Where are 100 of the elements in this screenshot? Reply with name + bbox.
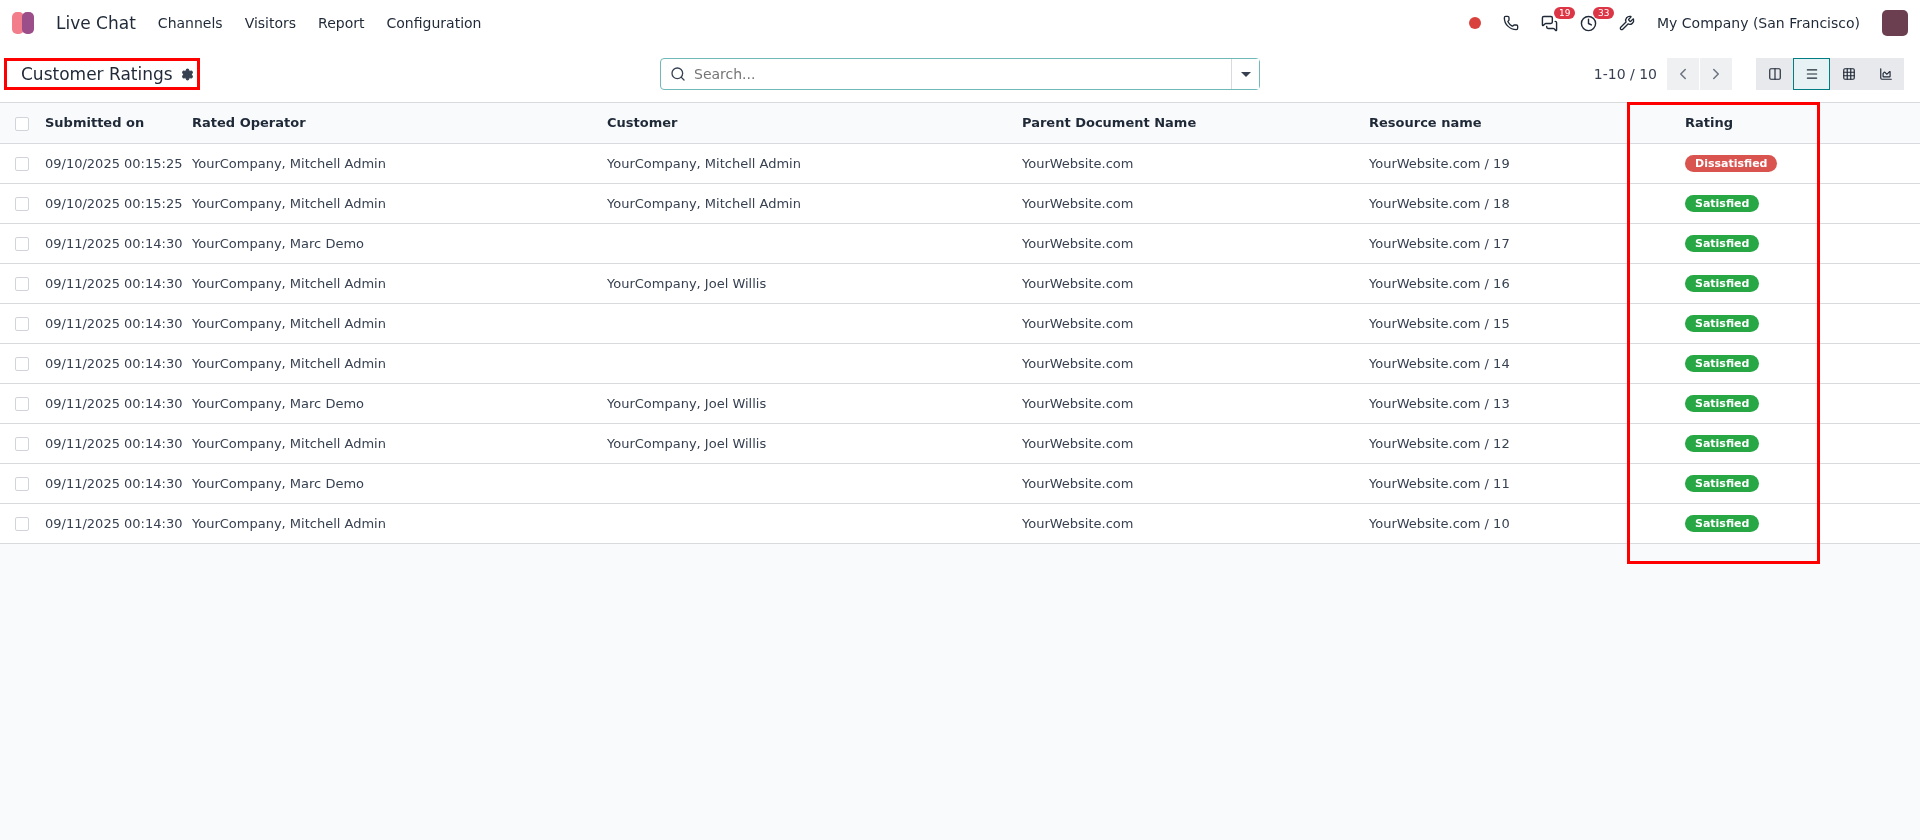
table-cell: YourCompany, Mitchell Admin <box>192 515 386 531</box>
row-checkbox[interactable] <box>15 276 29 291</box>
pager-value[interactable]: 1-10 / 10 <box>1593 66 1657 82</box>
status-dot <box>1469 17 1482 29</box>
company-name[interactable]: My Company (San Francisco) <box>1657 15 1860 31</box>
tools-icon[interactable] <box>1619 15 1636 31</box>
table-cell: YourWebsite.com / 11 <box>1369 475 1510 491</box>
table-cell: YourWebsite.com <box>1022 395 1134 411</box>
row-checkbox[interactable] <box>15 316 29 331</box>
select-all-checkbox[interactable] <box>15 116 29 131</box>
column-header[interactable]: Submitted on <box>45 115 145 131</box>
user-avatar[interactable] <box>1882 10 1908 36</box>
row-checkbox[interactable] <box>15 516 29 531</box>
table-cell: YourCompany, Joel Willis <box>607 275 767 291</box>
rating-badge: Satisfied <box>1685 314 1760 332</box>
phone-icon[interactable] <box>1503 15 1520 31</box>
rating-badge: Satisfied <box>1685 434 1760 452</box>
chat-icon[interactable] <box>1541 14 1559 32</box>
row-checkbox[interactable] <box>15 436 29 451</box>
table-cell: YourWebsite.com <box>1022 435 1134 451</box>
rating-badge: Satisfied <box>1685 354 1760 372</box>
table-cell: YourWebsite.com / 17 <box>1369 235 1510 251</box>
row-checkbox[interactable] <box>15 236 29 251</box>
search-options-button[interactable] <box>1231 59 1259 89</box>
column-header[interactable]: Customer <box>607 115 678 131</box>
table-cell: YourWebsite.com <box>1022 235 1134 251</box>
rating-badge: Satisfied <box>1685 394 1760 412</box>
activity-count: 33 <box>1593 6 1615 19</box>
rating-badge: Satisfied <box>1685 194 1760 212</box>
page-title: Customer Ratings <box>21 64 173 84</box>
clock-icon[interactable] <box>1580 14 1598 32</box>
area-chart-icon <box>1878 67 1893 81</box>
table-cell: YourWebsite.com / 14 <box>1369 355 1510 371</box>
column-header[interactable]: Rated Operator <box>192 115 306 131</box>
search-bar[interactable]: Search... <box>660 58 1260 90</box>
grid-icon <box>1841 67 1856 81</box>
table-cell: YourWebsite.com / 13 <box>1369 395 1510 411</box>
table-cell: YourCompany, Marc Demo <box>192 475 364 491</box>
table-cell: YourWebsite.com <box>1022 475 1134 491</box>
app-logo-icon <box>12 12 34 34</box>
table-cell: YourCompany, Mitchell Admin <box>192 355 386 371</box>
table-cell: YourCompany, Mitchell Admin <box>192 195 386 211</box>
app-name[interactable]: Live Chat <box>56 13 136 33</box>
table-cell: 09/11/2025 00:14:30 <box>45 275 183 291</box>
menu-item[interactable]: Channels <box>157 15 223 31</box>
table-cell: 09/10/2025 00:15:25 <box>45 155 183 171</box>
table-cell: 09/11/2025 00:14:30 <box>45 235 183 251</box>
row-checkbox[interactable] <box>15 196 29 211</box>
menu-item[interactable]: Configuration <box>386 15 482 31</box>
rating-badge: Satisfied <box>1685 514 1760 532</box>
view-switch-button[interactable] <box>1867 58 1904 90</box>
settings-icon[interactable] <box>180 67 194 81</box>
kanban-icon <box>1767 67 1782 81</box>
table-cell: YourWebsite.com / 18 <box>1369 195 1510 211</box>
view-switch-button[interactable] <box>1830 58 1867 90</box>
list-icon <box>1804 67 1819 81</box>
table-cell: YourCompany, Joel Willis <box>607 435 767 451</box>
table-cell: 09/10/2025 00:15:25 <box>45 195 183 211</box>
table-cell: YourWebsite.com / 10 <box>1369 515 1510 531</box>
row-checkbox[interactable] <box>15 156 29 171</box>
row-checkbox[interactable] <box>15 396 29 411</box>
table-cell: YourWebsite.com <box>1022 355 1134 371</box>
table-cell: YourWebsite.com <box>1022 195 1134 211</box>
table-cell: YourWebsite.com / 19 <box>1369 155 1510 171</box>
menu-item[interactable]: Visitors <box>244 15 297 31</box>
table-cell: YourCompany, Mitchell Admin <box>192 275 386 291</box>
search-icon <box>670 66 686 82</box>
next-button[interactable] <box>1700 58 1732 90</box>
rating-badge: Satisfied <box>1685 474 1760 492</box>
previous-button[interactable] <box>1667 58 1699 90</box>
table-cell: YourWebsite.com / 12 <box>1369 435 1510 451</box>
table-cell: YourCompany, Marc Demo <box>192 395 364 411</box>
row-checkbox[interactable] <box>15 356 29 371</box>
table-cell: YourWebsite.com <box>1022 155 1134 171</box>
table-cell: YourCompany, Joel Willis <box>607 395 767 411</box>
message-count: 19 <box>1554 6 1576 19</box>
table-cell: YourWebsite.com <box>1022 315 1134 331</box>
row-checkbox[interactable] <box>15 476 29 491</box>
view-switch-button[interactable] <box>1756 58 1793 90</box>
table-cell: 09/11/2025 00:14:30 <box>45 475 183 491</box>
table-cell: 09/11/2025 00:14:30 <box>45 515 183 531</box>
rating-badge: Satisfied <box>1685 234 1760 252</box>
column-header[interactable]: Rating <box>1685 115 1733 131</box>
table-cell: 09/11/2025 00:14:30 <box>45 355 183 371</box>
table-cell: YourWebsite.com <box>1022 275 1134 291</box>
table-cell: 09/11/2025 00:14:30 <box>45 315 183 331</box>
table-cell: YourCompany, Mitchell Admin <box>192 155 386 171</box>
table-cell: YourCompany, Mitchell Admin <box>607 195 801 211</box>
column-header[interactable]: Parent Document Name <box>1022 115 1197 131</box>
caret-icon <box>1240 71 1251 77</box>
table-cell: YourCompany, Mitchell Admin <box>192 315 386 331</box>
table-cell: YourCompany, Mitchell Admin <box>607 155 801 171</box>
table-cell: YourWebsite.com <box>1022 515 1134 531</box>
table-cell: 09/11/2025 00:14:30 <box>45 395 183 411</box>
view-switch-button[interactable] <box>1793 58 1830 90</box>
rating-badge: Dissatisfied <box>1685 154 1778 172</box>
table-cell: YourCompany, Mitchell Admin <box>192 435 386 451</box>
menu-item[interactable]: Report <box>318 15 365 31</box>
table-cell: YourWebsite.com / 16 <box>1369 275 1510 291</box>
column-header[interactable]: Resource name <box>1369 115 1482 131</box>
